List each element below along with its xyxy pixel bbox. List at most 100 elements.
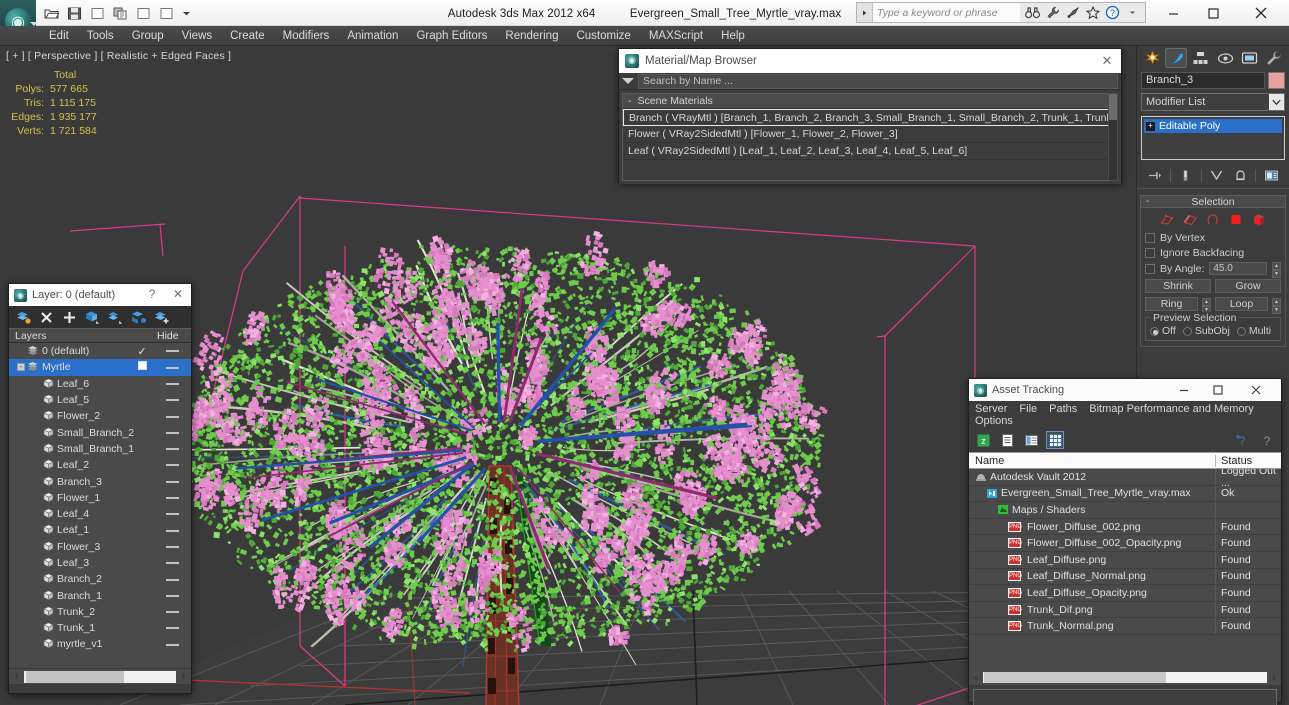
- add-to-layer-icon[interactable]: [58, 307, 80, 327]
- layer-row-hide-toggle[interactable]: [159, 476, 185, 488]
- motion-tab[interactable]: [1214, 48, 1236, 68]
- layer-row-hide-toggle[interactable]: [159, 459, 185, 471]
- save-file-icon[interactable]: [65, 4, 84, 23]
- layer-dialog-titlebar[interactable]: ◉ Layer: 0 (default) ? ✕: [9, 284, 191, 306]
- search-chevron-icon[interactable]: [857, 3, 873, 22]
- scroll-thumb[interactable]: [984, 672, 1166, 683]
- select-highlighted-objects-icon[interactable]: [104, 307, 126, 327]
- window-close-button[interactable]: [1241, 0, 1281, 26]
- layer-row-check[interactable]: ✓: [135, 345, 149, 358]
- set-current-layer-icon[interactable]: [150, 307, 172, 327]
- make-unique-icon[interactable]: [1207, 166, 1225, 184]
- layer-dialog-close-button[interactable]: ✕: [171, 287, 185, 301]
- material-search-input[interactable]: Search by Name ...: [638, 73, 1118, 89]
- layer-row-hide-toggle[interactable]: [159, 622, 185, 634]
- layer-row-branch-1[interactable]: Branch_1: [9, 587, 191, 603]
- asset-list[interactable]: Autodesk Vault 2012 Logged Out ... Evergre…: [969, 469, 1281, 670]
- delete-layer-icon[interactable]: [35, 307, 57, 327]
- layer-row-hide-toggle[interactable]: [159, 524, 185, 536]
- polygon-icon[interactable]: [1228, 212, 1245, 227]
- layer-row-check[interactable]: [135, 361, 149, 373]
- layer-row-branch-2[interactable]: Branch_2: [9, 571, 191, 587]
- layer-list[interactable]: 0 (default) ✓ - Myrtle Leaf_6 Leaf_5 Flower_2 S…: [9, 343, 191, 668]
- layer-row-hide-toggle[interactable]: [159, 508, 185, 520]
- layer-row-branch-3[interactable]: Branch_3: [9, 473, 191, 489]
- modifier-expander-icon[interactable]: +: [1146, 121, 1155, 131]
- scene-materials-group-header[interactable]: - Scene Materials: [623, 94, 1117, 109]
- material-browser-scrollbar[interactable]: [1108, 93, 1118, 181]
- menu-edit[interactable]: Edit: [40, 28, 78, 44]
- modifier-list-dropdown[interactable]: Modifier List: [1141, 93, 1285, 111]
- undo-icon[interactable]: [88, 4, 107, 23]
- layer-row-leaf-2[interactable]: Leaf_2: [9, 457, 191, 473]
- pin-stack-icon[interactable]: [1146, 166, 1164, 184]
- asset-row-trunk-normal-png[interactable]: PNG Trunk_Normal.png Found: [969, 618, 1281, 635]
- modifier-stack[interactable]: + Editable Poly: [1141, 116, 1285, 160]
- layer-row-hide-toggle[interactable]: [159, 606, 185, 618]
- layer-row-hide-toggle[interactable]: [159, 361, 185, 373]
- menu-rendering[interactable]: Rendering: [496, 28, 567, 44]
- asset-row-leaf-diffuse-normal-png[interactable]: PNG Leaf_Diffuse_Normal.png Found: [969, 568, 1281, 586]
- scroll-track[interactable]: [983, 672, 1267, 683]
- scene-materials-collapse-icon[interactable]: -: [628, 95, 632, 107]
- scroll-right-arrow-icon[interactable]: ›: [1267, 672, 1281, 683]
- satellite-icon[interactable]: [1064, 4, 1081, 21]
- rollout-collapse-icon[interactable]: -: [1146, 196, 1149, 207]
- modify-tab[interactable]: [1165, 48, 1188, 68]
- select-layer-objects-icon[interactable]: [81, 307, 103, 327]
- by-vertex-checkbox-row[interactable]: By Vertex: [1145, 232, 1281, 244]
- asset-row-evergreen-small-tree-myrtle-vray-max[interactable]: Evergreen_Small_Tree_Myrtle_vray.max Ok: [969, 485, 1281, 503]
- layer-row-leaf-3[interactable]: Leaf_3: [9, 555, 191, 571]
- help-icon[interactable]: ?: [1104, 4, 1121, 21]
- redo-icon[interactable]: [111, 4, 130, 23]
- asset-row-flower-diffuse-002-png[interactable]: PNG Flower_Diffuse_002.png Found: [969, 518, 1281, 536]
- layer-row-hide-toggle[interactable]: [159, 638, 185, 650]
- display-tab[interactable]: [1239, 48, 1261, 68]
- loop-spinner[interactable]: ▲ ▼: [1272, 297, 1281, 314]
- layer-row-flower-2[interactable]: Flower_2: [9, 408, 191, 424]
- ring-spinner[interactable]: ▲ ▼: [1202, 297, 1211, 314]
- layer-row-hide-toggle[interactable]: [159, 443, 185, 455]
- asset-minimize-button[interactable]: [1169, 379, 1199, 401]
- preview-off-radio[interactable]: [1150, 326, 1159, 336]
- preview-subobj-radio[interactable]: [1182, 326, 1192, 336]
- menu-views[interactable]: Views: [173, 28, 221, 44]
- by-angle-value[interactable]: 45.0: [1209, 262, 1267, 275]
- asset-close-button[interactable]: [1241, 379, 1271, 401]
- scrollbar-thumb[interactable]: [1109, 94, 1117, 120]
- loop-button[interactable]: Loop: [1215, 297, 1268, 311]
- layer-row-small-branch-2[interactable]: Small_Branch_2: [9, 424, 191, 440]
- menu-animation[interactable]: Animation: [338, 28, 407, 44]
- window-maximize-button[interactable]: [1193, 0, 1233, 26]
- border-icon[interactable]: [1205, 212, 1222, 227]
- layer-row-leaf-1[interactable]: Leaf_1: [9, 522, 191, 538]
- modifier-list-chevron-down-icon[interactable]: [1269, 94, 1284, 110]
- layer-row-leaf-5[interactable]: Leaf_5: [9, 392, 191, 408]
- search-input[interactable]: [873, 3, 1020, 22]
- open-file-icon[interactable]: [42, 4, 61, 23]
- scroll-track[interactable]: [24, 670, 176, 683]
- reset-icon[interactable]: [157, 4, 176, 23]
- remove-modifier-icon[interactable]: [1231, 166, 1249, 184]
- modifier-stack-item-editable-poly[interactable]: + Editable Poly: [1144, 119, 1282, 133]
- layer-row-leaf-4[interactable]: Leaf_4: [9, 506, 191, 522]
- menu-customize[interactable]: Customize: [567, 28, 639, 44]
- star-icon[interactable]: [1084, 4, 1101, 21]
- ignore-backfacing-checkbox-row[interactable]: Ignore Backfacing: [1145, 247, 1281, 259]
- layer-row-myrtle[interactable]: - Myrtle: [9, 359, 191, 376]
- by-angle-spinner[interactable]: ▲ ▼: [1272, 262, 1281, 278]
- layer-row-trunk-2[interactable]: Trunk_2: [9, 604, 191, 620]
- layer-row-small-branch-1[interactable]: Small_Branch_1: [9, 441, 191, 457]
- by-vertex-checkbox[interactable]: [1145, 233, 1155, 243]
- layer-row-hide-toggle[interactable]: [159, 541, 185, 553]
- configure-sets-icon[interactable]: [1262, 166, 1280, 184]
- material-row-leaf[interactable]: Leaf ( VRay2SidedMtl ) [Leaf_1, Leaf_2, …: [623, 143, 1117, 160]
- layer-row-hide-toggle[interactable]: [159, 492, 185, 504]
- ring-button[interactable]: Ring: [1145, 297, 1198, 311]
- asset-row-autodesk-vault-2012[interactable]: Autodesk Vault 2012 Logged Out ...: [969, 469, 1281, 489]
- material-row-branch[interactable]: Branch ( VRayMtl ) [Branch_1, Branch_2, …: [623, 109, 1117, 126]
- layer-row-hide-toggle[interactable]: [159, 345, 185, 357]
- object-name-field[interactable]: Branch_3: [1141, 72, 1265, 89]
- asset-row-trunk-dif-png[interactable]: PNG Trunk_Dif.png Found: [969, 601, 1281, 619]
- scroll-right-arrow-icon[interactable]: ›: [176, 671, 191, 682]
